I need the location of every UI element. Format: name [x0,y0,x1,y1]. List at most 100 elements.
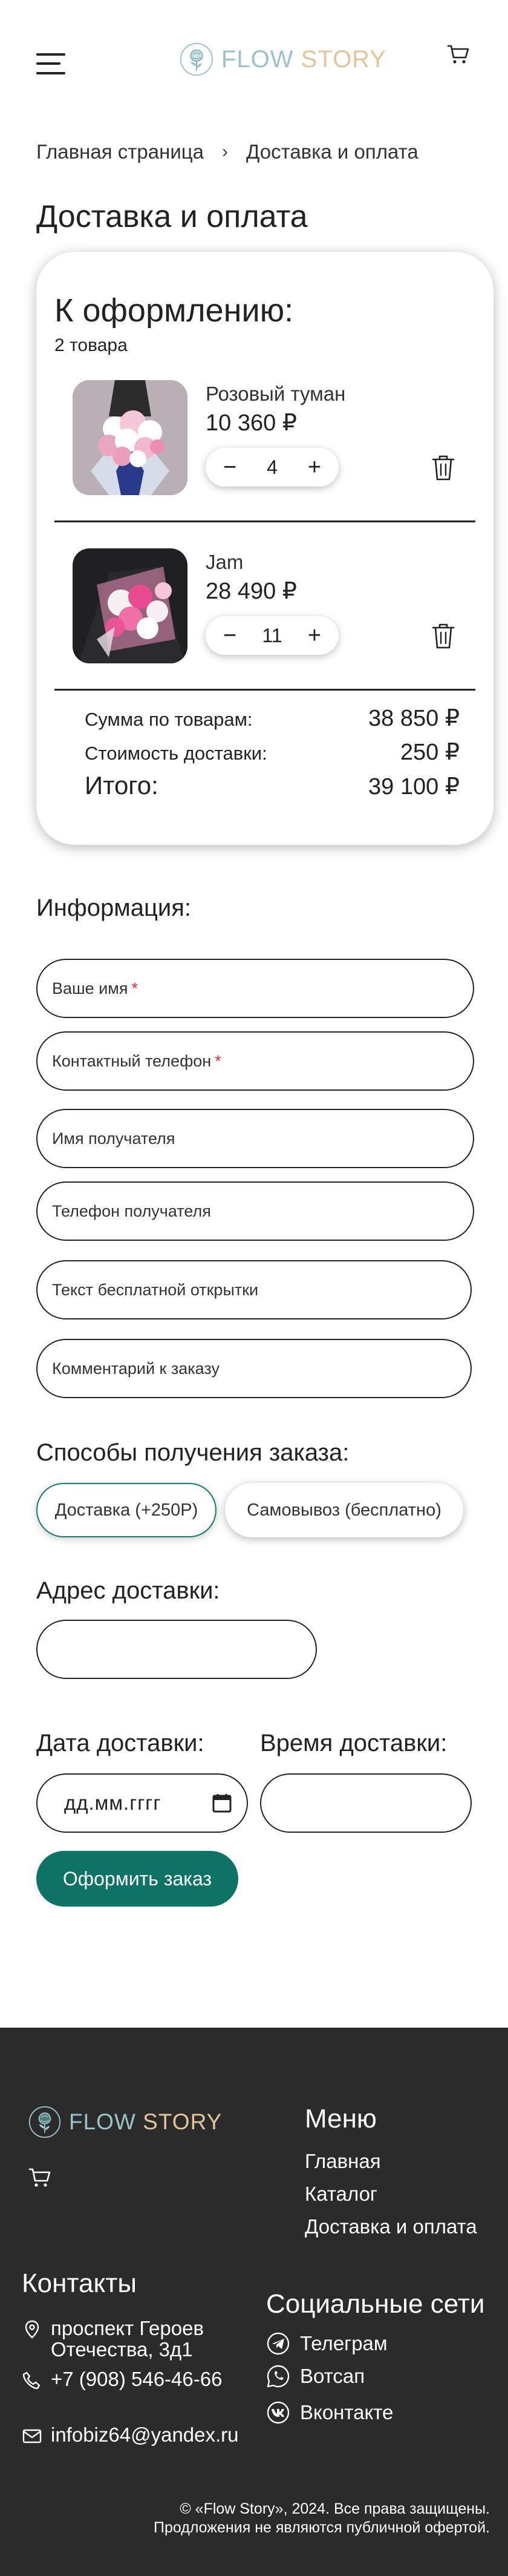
whatsapp-icon [267,2365,290,2388]
address-section-title: Адрес доставки: [36,1577,220,1604]
product-image[interactable] [73,548,187,663]
trash-icon[interactable] [429,453,457,483]
total-value: 39 100 ₽ [368,774,460,800]
recipient-name-placeholder: Имя получателя [52,1129,175,1148]
footer-menu-link-catalog[interactable]: Каталог [305,2183,377,2206]
delivery-cost-label: Стоимость доставки: [85,743,267,764]
footer-address: проспект Героев Отечества, 3д1 [22,2318,204,2361]
methods-section-title: Способы получения заказа: [36,1439,350,1466]
vk-icon [267,2401,290,2424]
footer-menu-link-home[interactable]: Главная [305,2150,381,2173]
site-logo[interactable]: FLOW STORY [179,40,386,79]
quantity-value: 4 [267,456,278,478]
order-summary-card: К оформлению: 2 товара Розовый туман 10 … [36,252,493,845]
name-field-placeholder: Ваше имя [52,979,128,997]
subtotal-row: Сумма по товарам: 38 850 ₽ [85,705,460,732]
quantity-stepper: − 11 + [206,616,339,655]
phone-field-placeholder: Контактный телефон [52,1051,212,1070]
comment-field[interactable]: Комментарий к заказу [36,1339,472,1398]
recipient-name-field[interactable]: Имя получателя [36,1109,474,1168]
cart-item: Розовый туман 10 360 ₽ − 4 + [54,380,478,550]
card-text-field[interactable]: Текст бесплатной открытки [36,1260,472,1319]
site-header: FLOW STORY [0,0,508,121]
address-line-1: проспект Героев [51,2317,204,2339]
social-label: Вотсап [300,2365,365,2387]
name-field[interactable]: Ваше имя * [36,959,474,1018]
footer-menu-title: Меню [305,2104,377,2134]
total-row: Итого: 39 100 ₽ [85,771,460,800]
product-name[interactable]: Jam [206,551,243,574]
copyright-line-1: © «Flow Story», 2024. Все права защищены… [180,2500,490,2517]
footer-social-title: Социальные сети [266,2289,485,2319]
breadcrumb-current: Доставка и оплата [246,140,418,163]
address-input[interactable] [36,1620,317,1679]
cart-icon[interactable] [446,42,471,67]
date-section-title: Дата доставки: [36,1730,204,1756]
decrease-quantity-button[interactable]: − [218,455,242,479]
cart-item: Jam 28 490 ₽ − 11 + [54,548,478,718]
page-title: Доставка и оплата [36,199,308,234]
subtotal-value: 38 850 ₽ [368,706,460,731]
site-footer: FLOW STORY Меню Главная Каталог Доставка… [0,2028,508,2576]
logo-word-flow: FLOW [221,45,294,73]
required-mark: * [215,1051,221,1070]
logo-word-flow: FLOW [69,2109,136,2134]
recipient-phone-placeholder: Телефон получателя [52,1201,211,1220]
logo-word-story: STORY [301,45,387,73]
divider [54,689,475,691]
info-section-title: Информация: [36,895,192,921]
location-pin-icon [25,2320,39,2339]
decrease-quantity-button[interactable]: − [218,623,242,648]
phone-number: +7 (908) 546-46-66 [51,2368,223,2390]
footer-contacts-title: Контакты [22,2269,137,2298]
time-input[interactable] [260,1773,472,1833]
social-link-whatsapp[interactable]: Вотсап [266,2364,365,2388]
social-label: Телеграм [300,2332,388,2354]
address-line-2: Отечества, 3д1 [51,2338,193,2361]
required-mark: * [131,979,138,997]
trash-icon[interactable] [429,621,457,651]
mail-icon [22,2429,42,2443]
date-placeholder: дд.мм.гггг [64,1792,161,1814]
delivery-cost-row: Стоимость доставки: 250 ₽ [85,738,460,766]
social-label: Вконтакте [300,2401,394,2423]
recipient-phone-field[interactable]: Телефон получателя [36,1181,474,1241]
social-link-telegram[interactable]: Телеграм [266,2331,388,2356]
increase-quantity-button[interactable]: + [302,455,327,479]
date-input[interactable]: дд.мм.гггг [36,1773,248,1833]
menu-burger-icon[interactable] [36,53,65,75]
rose-logo-icon [180,42,213,76]
copyright: © «Flow Story», 2024. Все права защищены… [154,2500,490,2538]
logo-text: FLOW STORY [221,46,386,73]
item-count: 2 товара [54,335,128,355]
quantity-stepper: − 4 + [206,448,339,487]
footer-logo-text: FLOW STORY [69,2109,222,2135]
order-summary-title: К оформлению: [54,292,294,329]
rose-logo-icon [28,2106,61,2138]
place-order-button[interactable]: Оформить заказ [36,1851,238,1907]
delivery-cost-value: 250 ₽ [400,740,460,765]
delivery-option-button[interactable]: Доставка (+250Р) [36,1483,217,1537]
breadcrumb-separator: › [222,142,229,162]
product-price: 28 490 ₽ [206,579,297,604]
product-name[interactable]: Розовый туман [206,383,345,406]
footer-menu-link-delivery[interactable]: Доставка и оплата [305,2215,477,2238]
increase-quantity-button[interactable]: + [302,623,327,648]
product-image[interactable] [73,380,187,495]
calendar-icon[interactable] [212,1793,232,1813]
footer-logo[interactable]: FLOW STORY [28,2105,222,2139]
footer-phone[interactable]: +7 (908) 546-46-66 [22,2368,223,2391]
card-text-placeholder: Текст бесплатной открытки [52,1280,259,1299]
subtotal-label: Сумма по товарам: [85,709,253,730]
pickup-option-button[interactable]: Самовывоз (бесплатно) [225,1483,463,1537]
product-price: 10 360 ₽ [206,410,297,436]
total-label: Итого: [85,771,158,800]
copyright-line-2: Продложения не являются публичной оферто… [154,2519,490,2537]
email-address: infobiz64@yandex.ru [51,2423,239,2446]
footer-cart-icon[interactable] [28,2166,52,2190]
footer-email[interactable]: infobiz64@yandex.ru [22,2423,239,2446]
social-link-vk[interactable]: Вконтакте [266,2400,393,2425]
phone-field[interactable]: Контактный телефон * [36,1031,474,1091]
divider [54,521,475,522]
breadcrumb-home-link[interactable]: Главная страница [36,140,204,163]
